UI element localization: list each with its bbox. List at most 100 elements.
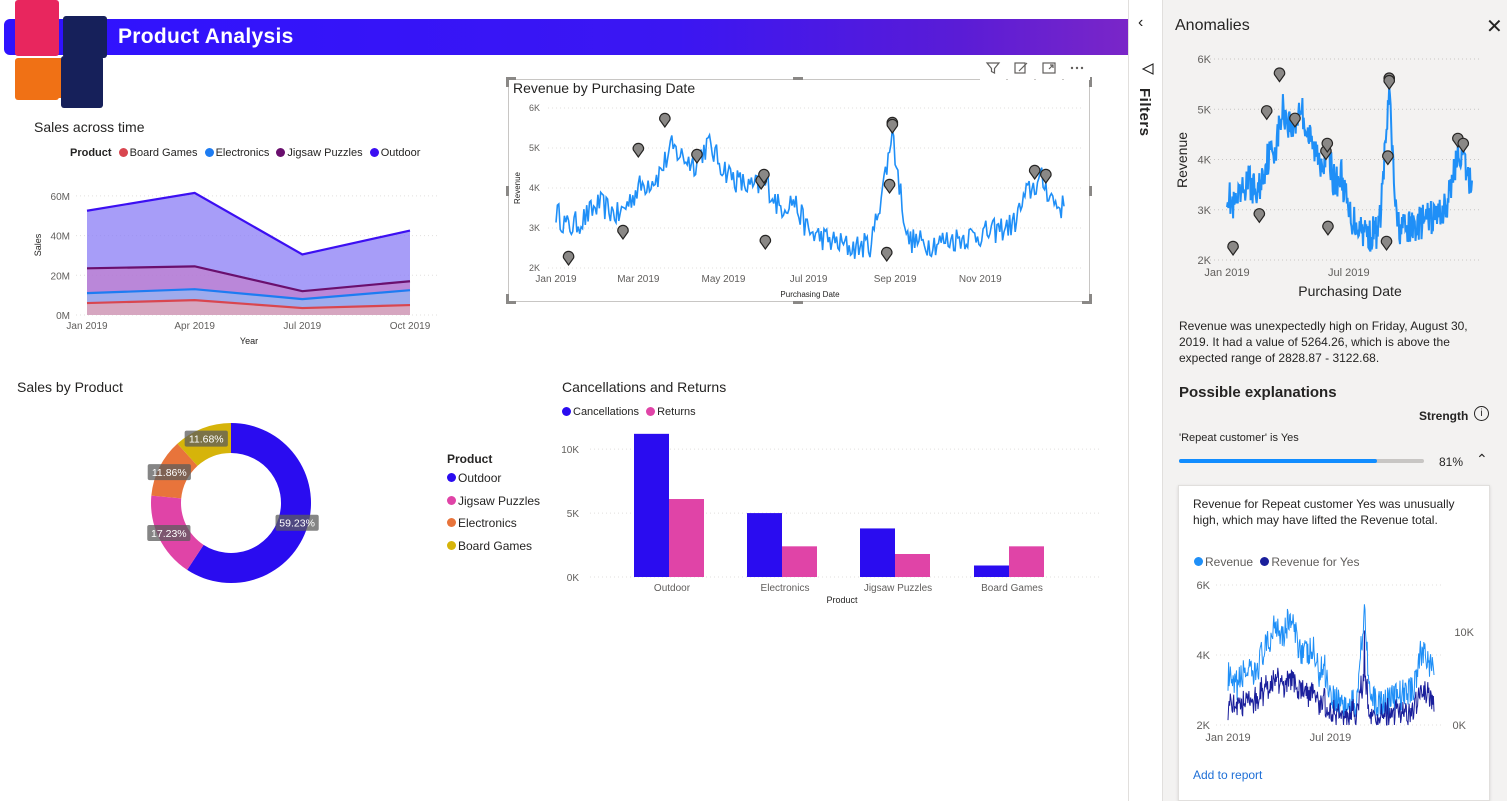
- canvas-background: [0, 638, 1128, 801]
- x-axis-title: Year: [240, 336, 258, 346]
- strength-bar-fill: [1179, 459, 1378, 463]
- legend-label: Outdoor: [380, 147, 421, 159]
- legend-item-outdoor[interactable]: Outdoor: [369, 147, 421, 159]
- y-tick-label: 2K: [1197, 720, 1211, 732]
- cancellations-returns-chart[interactable]: 0K 5K 10K Outdoor Electronics Jigsaw Puzzles B…: [540, 430, 1110, 610]
- report-logo: [15, 0, 107, 108]
- legend-dot: [369, 148, 379, 157]
- y-tick-label: 3K: [529, 223, 540, 233]
- x-tick-label: Jan 2019: [535, 274, 577, 285]
- legend-label: Electronics: [458, 516, 517, 530]
- legend-label: Jigsaw Puzzles: [287, 147, 363, 159]
- sales-across-time-title: Sales across time: [34, 119, 145, 135]
- y-tick-label: 6K: [529, 103, 540, 113]
- y-tick-label: 5K: [567, 509, 580, 520]
- legend-label: Jigsaw Puzzles: [458, 493, 541, 508]
- anomaly-marker: [883, 178, 896, 195]
- cancellations-returns-title: Cancellations and Returns: [562, 379, 727, 395]
- add-to-report-link[interactable]: Add to report: [1193, 768, 1262, 782]
- x-tick-label: Jul 2019: [1310, 732, 1352, 744]
- legend-title: Product: [70, 147, 112, 159]
- visual-header-toolbar: [980, 56, 1090, 80]
- y-tick-label: 5K: [1198, 104, 1212, 116]
- anomalies-chart[interactable]: 2K 3K 4K 5K 6K Jan 2019 Jul 2019 Purchasing Dat…: [1170, 45, 1490, 305]
- resize-handle[interactable]: [793, 77, 803, 80]
- resize-handle[interactable]: [1089, 186, 1092, 196]
- legend-item-revenue-for-yes[interactable]: Revenue for Yes: [1260, 555, 1359, 569]
- y-axis-title: Sales: [33, 233, 43, 256]
- chevron-left-icon[interactable]: ‹: [1138, 14, 1143, 32]
- legend-dot: [118, 148, 128, 157]
- data-label: 17.23%: [151, 528, 187, 540]
- x-tick-label: Jigsaw Puzzles: [864, 583, 932, 594]
- sales-by-product-legend: Product Outdoor Jigsaw Puzzles Electroni…: [447, 452, 540, 561]
- y-tick-label: 2K: [529, 263, 540, 273]
- legend-item-board-games[interactable]: Board Games: [118, 147, 198, 159]
- bar-returns-outdoor: [669, 499, 704, 577]
- filters-label[interactable]: Filters: [1136, 88, 1153, 137]
- explanation-chart-legend: Revenue Revenue for Yes: [1194, 555, 1359, 569]
- x-tick-label: Oct 2019: [390, 321, 431, 332]
- power-bi-report-view: Product Analysis Sales across time Produ…: [0, 0, 1507, 801]
- y-right-tick-label: 10K: [1454, 627, 1474, 639]
- bar-cancellations-jigsaw-puzzles: [860, 528, 895, 577]
- info-icon[interactable]: i: [1474, 406, 1489, 421]
- legend-dot: [646, 407, 656, 416]
- y-tick-label: 3K: [1198, 205, 1212, 217]
- x-tick-label: Mar 2019: [617, 274, 660, 285]
- legend-item-jigsaw-puzzles[interactable]: Jigsaw Puzzles: [276, 147, 363, 159]
- focus-mode-icon[interactable]: [1008, 56, 1034, 80]
- legend-item-cancellations[interactable]: Cancellations: [562, 406, 639, 418]
- cancellations-returns-legend: Cancellations Returns: [562, 406, 700, 418]
- legend-label: Returns: [657, 406, 696, 418]
- anomaly-marker: [659, 112, 671, 129]
- sales-across-time-chart[interactable]: 0M20M40M60MJan 2019 Apr 2019 Jul 2019 Oct 2…: [0, 175, 450, 350]
- data-label: 11.68%: [189, 434, 224, 446]
- bar-returns-electronics: [782, 546, 817, 577]
- filters-pane-icon[interactable]: [1141, 62, 1155, 79]
- x-tick-label: Jan 2019: [1205, 732, 1250, 744]
- legend-item-board-games[interactable]: Board Games: [447, 539, 540, 562]
- explanation-chart[interactable]: 2K 4K 6K 0K 10K Jan 2019 Jul 2019: [1186, 575, 1486, 755]
- legend-label: Revenue: [1205, 555, 1254, 569]
- legend-dot: [447, 473, 456, 482]
- x-axis-title: Purchasing Date: [780, 290, 840, 299]
- report-title: Product Analysis: [118, 25, 294, 48]
- x-tick-label: May 2019: [702, 274, 746, 285]
- legend-item-outdoor[interactable]: Outdoor: [447, 471, 540, 494]
- legend-item-returns[interactable]: Returns: [646, 406, 696, 418]
- x-tick-label: Jan 2019: [1204, 267, 1249, 279]
- legend-item-jigsaw-puzzles[interactable]: Jigsaw Puzzles: [447, 494, 540, 517]
- possible-explanations-heading: Possible explanations: [1179, 384, 1337, 401]
- legend-label: Board Games: [129, 147, 198, 159]
- revenue-by-date-chart[interactable]: 2K 3K 4K 5K 6K Jan 2019 Mar 2019 May 2019 Jul 20…: [508, 98, 1088, 300]
- anomaly-marker: [1227, 240, 1239, 257]
- y-tick-label: 20M: [51, 271, 70, 282]
- close-icon[interactable]: ✕: [1486, 14, 1503, 39]
- anomalies-pane-title: Anomalies: [1175, 17, 1250, 34]
- anomaly-marker: [886, 118, 899, 135]
- expand-icon[interactable]: [1036, 56, 1062, 80]
- y-tick-label: 10K: [561, 445, 579, 456]
- resize-handle[interactable]: [1089, 294, 1092, 304]
- y-tick-label: 4K: [1198, 155, 1212, 167]
- explanation-label[interactable]: 'Repeat customer' is Yes: [1179, 432, 1299, 444]
- sales-across-time-legend: Product Board Games Electronics Jigsaw P…: [70, 147, 424, 159]
- x-tick-label: Jul 2019: [790, 274, 828, 285]
- resize-handle[interactable]: [793, 301, 803, 304]
- resize-handle[interactable]: [506, 77, 509, 87]
- sales-by-product-donut[interactable]: 59.23% 17.23% 11.86% 11.68%: [130, 410, 340, 596]
- legend-label: Outdoor: [458, 471, 502, 485]
- revenue-line: [555, 129, 1065, 259]
- filter-icon[interactable]: [980, 56, 1006, 80]
- legend-dot: [1260, 557, 1270, 566]
- strength-bar: [1179, 459, 1424, 463]
- legend-item-revenue[interactable]: Revenue: [1194, 555, 1253, 569]
- legend-dot: [276, 148, 286, 157]
- anomaly-marker: [1322, 220, 1334, 236]
- chevron-up-icon[interactable]: ⌃: [1476, 451, 1488, 468]
- more-options-icon[interactable]: [1064, 56, 1090, 80]
- legend-item-electronics[interactable]: Electronics: [204, 147, 269, 159]
- x-axis-title: Purchasing Date: [1298, 283, 1402, 299]
- legend-item-electronics[interactable]: Electronics: [447, 516, 540, 539]
